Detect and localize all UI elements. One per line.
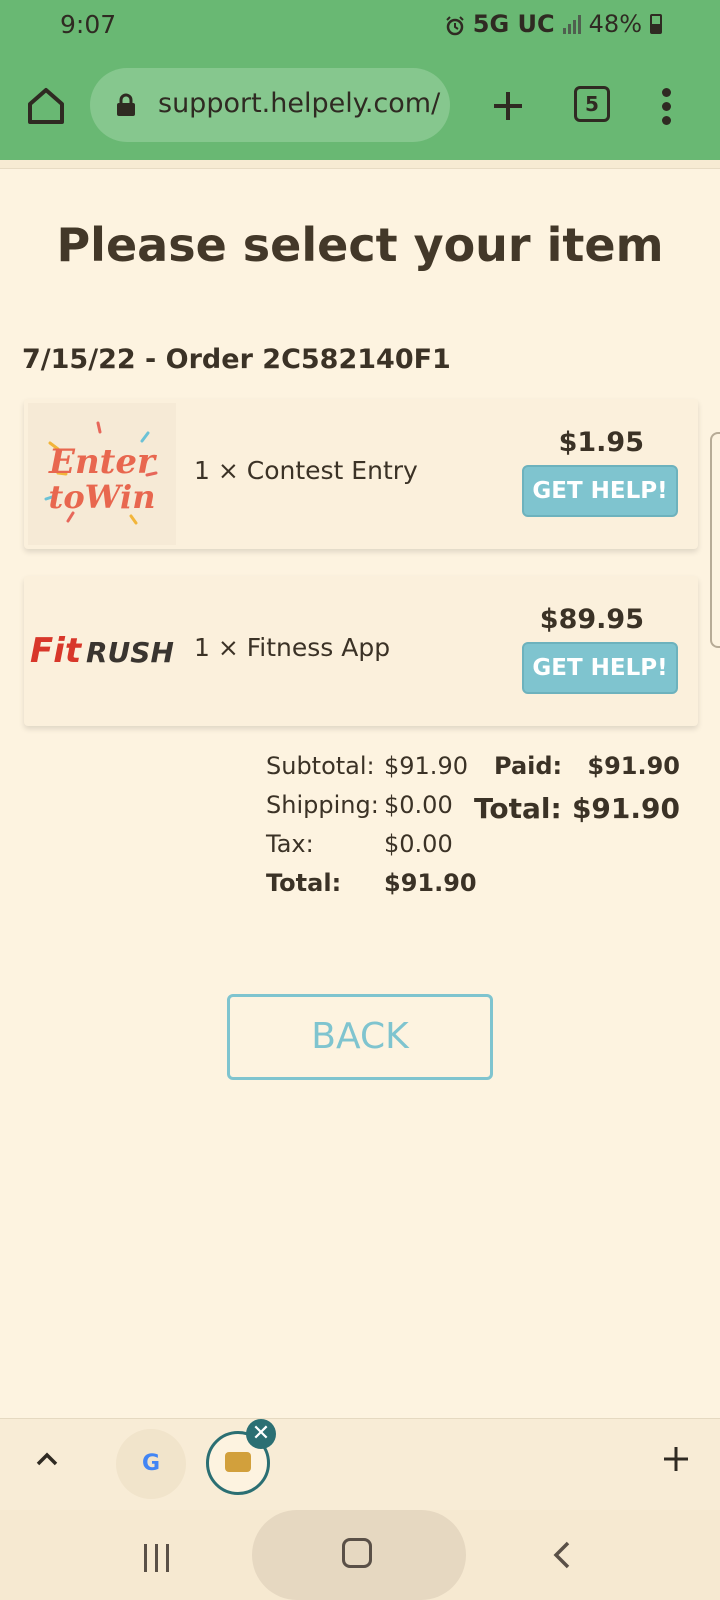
tax-value: $0.00 xyxy=(384,830,453,858)
plus-icon xyxy=(494,92,522,120)
home-icon xyxy=(28,88,64,124)
item-name: 1 × Fitness App xyxy=(194,633,391,662)
chevron-up-icon xyxy=(36,1452,58,1466)
google-tab[interactable]: G xyxy=(116,1429,186,1499)
battery-percent: 48% xyxy=(588,10,642,38)
browser-chrome: 9:07 5G UC 48% support.helpely.com/ 5 xyxy=(0,0,720,160)
paid-row: Paid: $91.90 xyxy=(494,752,680,780)
paid-value: $91.90 xyxy=(587,752,680,780)
grand-total-label: Total: xyxy=(474,792,562,825)
back-button[interactable]: BACK xyxy=(227,994,493,1080)
tab-switcher-button[interactable]: 5 xyxy=(574,86,610,122)
shipping-label: Shipping: xyxy=(266,791,379,819)
url-text: support.helpely.com/ xyxy=(158,88,441,119)
page-title: Please select your item xyxy=(56,218,664,272)
chrome-divider xyxy=(0,160,720,169)
home-button[interactable] xyxy=(22,82,70,130)
add-tab-button[interactable] xyxy=(660,1443,692,1475)
recent-apps-icon[interactable] xyxy=(142,1544,172,1572)
status-indicators: 5G UC 48% xyxy=(445,10,662,38)
total-value: $91.90 xyxy=(384,869,477,897)
svg-text:toWin: toWin xyxy=(49,478,156,516)
item-card-contest[interactable]: Enter toWin 1 × Contest Entry $1.95 GET … xyxy=(24,399,698,549)
expand-tabs-button[interactable] xyxy=(32,1445,62,1475)
subtotal-value: $91.90 xyxy=(384,752,468,780)
item-card-fitness[interactable]: Fit RUSH 1 × Fitness App $89.95 GET HELP… xyxy=(24,576,698,726)
site-favicon xyxy=(225,1452,251,1472)
tax-label: Tax: xyxy=(266,830,314,858)
total-label: Total: xyxy=(266,869,342,897)
svg-text:RUSH: RUSH xyxy=(86,636,174,669)
system-nav-bar xyxy=(0,1510,720,1600)
battery-icon xyxy=(650,14,662,34)
total-row: Total: $91.90 xyxy=(266,869,477,908)
home-nav-icon[interactable] xyxy=(342,1538,372,1568)
order-heading: 7/15/22 - Order 2C582140F1 xyxy=(22,344,451,375)
fitrush-logo: Fit RUSH xyxy=(28,580,176,722)
address-bar[interactable]: support.helpely.com/ xyxy=(90,68,450,142)
subtotal-label: Subtotal: xyxy=(266,752,375,780)
close-tab-icon[interactable]: ✕ xyxy=(246,1419,276,1449)
get-help-button[interactable]: GET HELP! xyxy=(522,465,678,517)
grand-total-row: Total: $91.90 xyxy=(474,792,680,825)
item-price: $89.95 xyxy=(539,604,644,635)
new-tab-button[interactable] xyxy=(484,82,532,130)
signal-icon xyxy=(562,14,581,34)
subtotal-row: Subtotal: $91.90 xyxy=(266,752,468,791)
status-time: 9:07 xyxy=(60,10,117,39)
tax-row: Tax: $0.00 xyxy=(266,830,466,869)
shipping-value: $0.00 xyxy=(384,791,453,819)
status-bar: 9:07 5G UC 48% xyxy=(0,0,720,52)
svg-text:Fit: Fit xyxy=(30,631,83,671)
plus-icon xyxy=(664,1447,688,1471)
order-totals: Subtotal: $91.90 Shipping: $0.00 Tax: $0… xyxy=(266,752,477,908)
svg-text:Enter: Enter xyxy=(48,442,157,482)
shipping-row: Shipping: $0.00 xyxy=(266,791,466,830)
paid-label: Paid: xyxy=(494,752,563,780)
network-label: 5G UC xyxy=(472,10,555,38)
browser-toolbar: support.helpely.com/ 5 xyxy=(0,68,720,144)
tab-strip: G ✕ xyxy=(0,1418,720,1511)
grand-total-value: $91.90 xyxy=(571,792,680,825)
item-price: $1.95 xyxy=(558,427,644,458)
back-nav-icon[interactable] xyxy=(550,1540,576,1570)
scroll-indicator[interactable] xyxy=(710,432,720,648)
lock-icon xyxy=(116,93,136,117)
alarm-icon xyxy=(445,14,465,36)
overflow-menu-icon[interactable] xyxy=(652,86,682,126)
item-name: 1 × Contest Entry xyxy=(194,456,418,485)
get-help-button[interactable]: GET HELP! xyxy=(522,642,678,694)
enter-to-win-thumbnail: Enter toWin xyxy=(28,403,176,545)
